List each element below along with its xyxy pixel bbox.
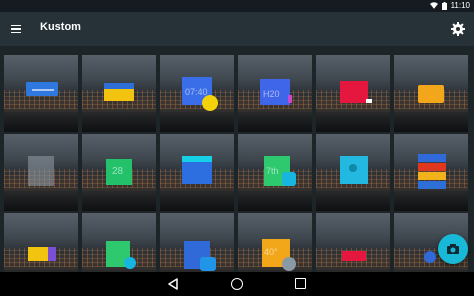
preset-widget: [28, 156, 54, 186]
preset-widget-bar: [32, 89, 54, 91]
preset-tile[interactable]: [394, 134, 468, 211]
preset-widget-row: [418, 163, 446, 171]
home-icon[interactable]: [231, 278, 243, 290]
preset-widget-label: 40°: [264, 247, 278, 257]
preset-tile[interactable]: [82, 55, 156, 132]
preset-widget-dot: [202, 95, 218, 111]
preset-tile[interactable]: [4, 134, 78, 211]
preset-tile[interactable]: [316, 55, 390, 132]
preset-widget-header: [104, 83, 134, 89]
preset-widget-dot: [349, 164, 357, 172]
preset-widget-label: 07:40: [185, 87, 208, 97]
preset-widget: [340, 81, 368, 103]
preset-widget: [342, 251, 366, 261]
app-title: Kustom: [40, 21, 81, 33]
preset-widget: [418, 85, 444, 103]
preset-widget-label: H20: [263, 89, 280, 99]
camera-fab[interactable]: [438, 234, 468, 264]
battery-icon: [441, 1, 447, 10]
preset-tile[interactable]: H20: [238, 55, 312, 132]
preset-widget-dot: [124, 257, 136, 269]
status-bar: 11:10: [0, 0, 474, 12]
preset-widget-label: 28: [112, 166, 124, 177]
recents-icon[interactable]: [295, 278, 306, 289]
wifi-icon: [429, 2, 438, 9]
camera-icon: [447, 244, 459, 254]
preset-tile[interactable]: 07:40: [160, 55, 234, 132]
preset-widget-row: [418, 172, 446, 180]
preset-widget-header: [182, 156, 212, 162]
preset-widget-row: [418, 181, 446, 189]
navigation-bar: [0, 272, 474, 296]
app-toolbar: Kustom: [0, 12, 474, 46]
menu-icon[interactable]: [8, 21, 24, 37]
preset-widget-dot: [424, 251, 436, 263]
preset-tile[interactable]: [160, 134, 234, 211]
preset-tile[interactable]: 28: [82, 134, 156, 211]
preset-widget-label: 7th: [266, 166, 279, 176]
preset-tile[interactable]: 7th: [238, 134, 312, 211]
preset-widget-strip: [288, 95, 292, 103]
preset-widget-dot: [282, 257, 296, 271]
settings-icon[interactable]: [450, 21, 466, 37]
status-time: 11:10: [450, 1, 470, 10]
preset-grid: 07:40 H20 28 7th 40°: [0, 46, 474, 290]
preset-tile[interactable]: [316, 134, 390, 211]
preset-tile[interactable]: [394, 55, 468, 132]
preset-widget-icon: [282, 172, 296, 186]
back-icon[interactable]: [167, 278, 179, 290]
preset-widget-strip: [48, 247, 56, 261]
preset-widget-row: [418, 154, 446, 162]
preset-tile[interactable]: [4, 55, 78, 132]
preset-widget-strip: [366, 99, 372, 103]
preset-widget-icon: [200, 257, 216, 271]
